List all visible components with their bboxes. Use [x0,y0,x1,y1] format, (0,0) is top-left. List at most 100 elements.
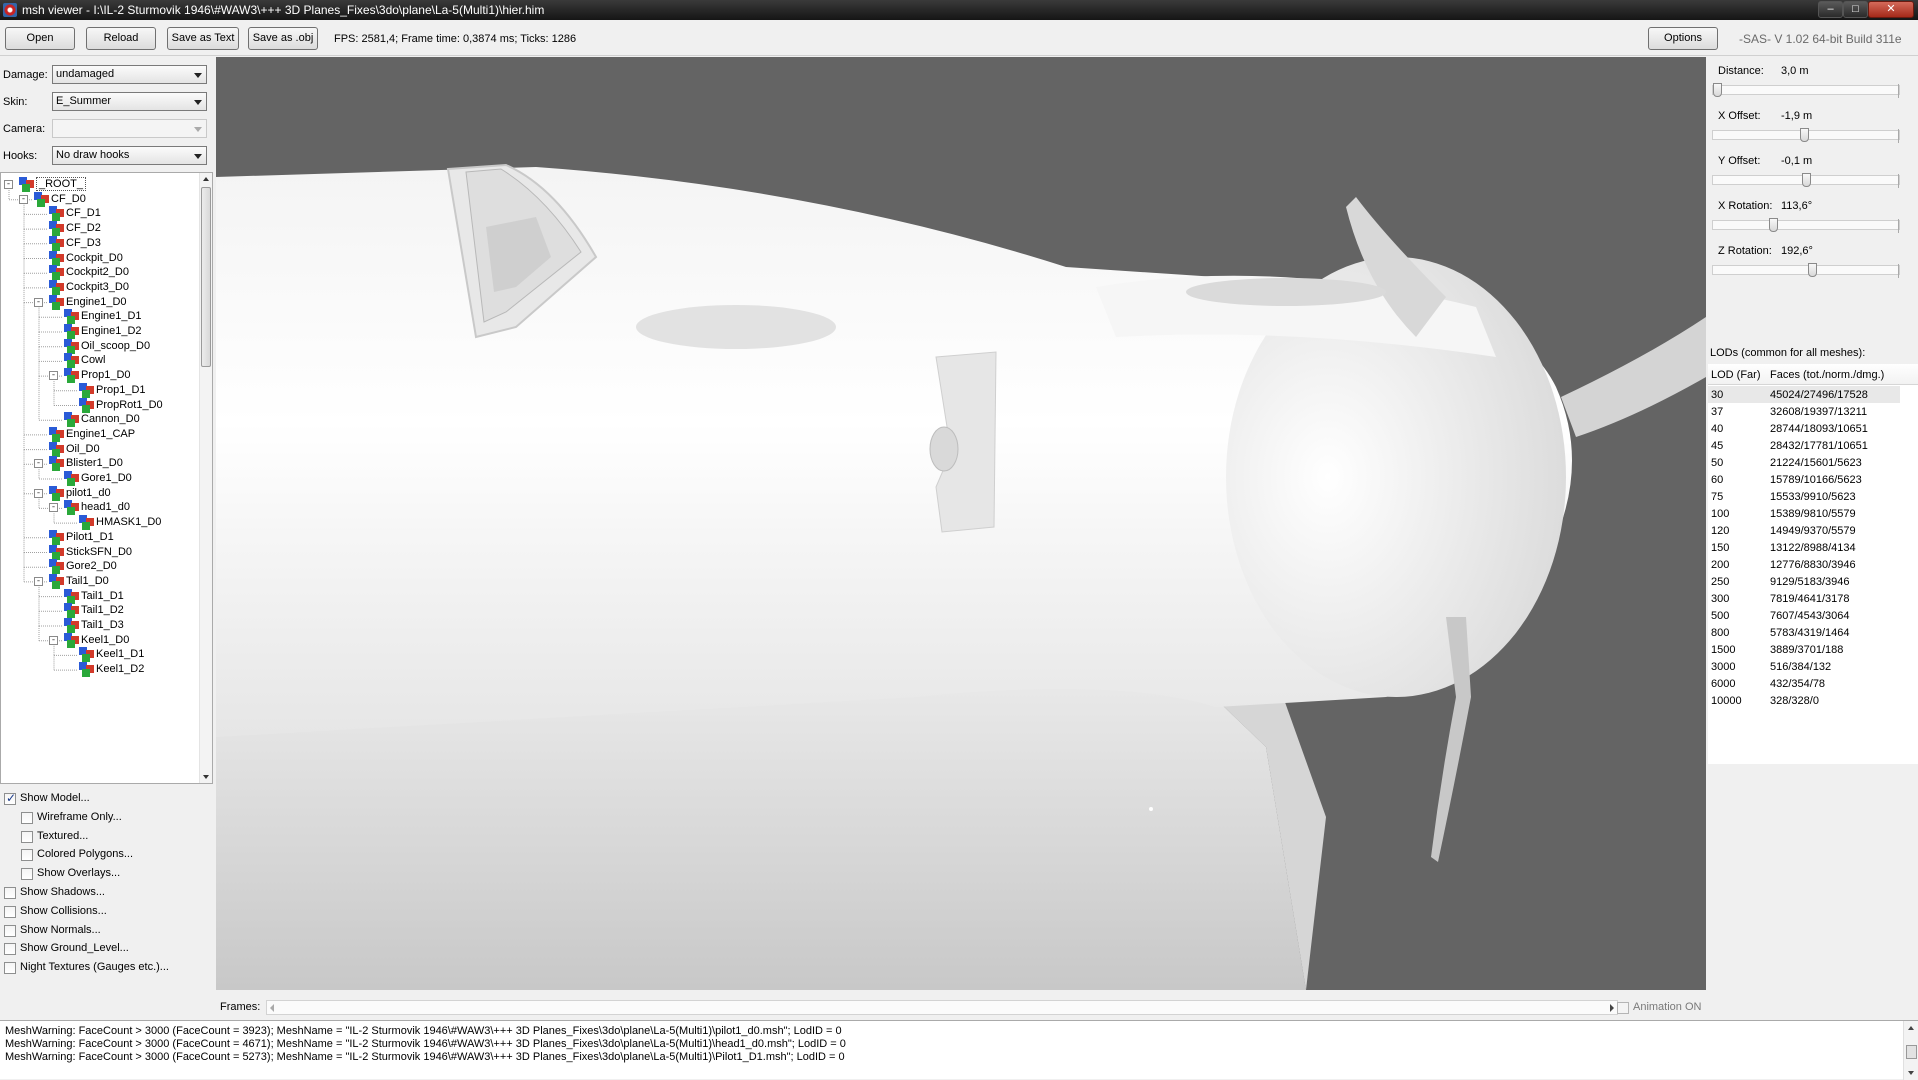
col-lod-header[interactable]: LOD (Far) [1711,369,1761,381]
mesh-icon-part [52,580,60,589]
lod-row[interactable]: 200 12776/8830/3946 [1708,556,1900,573]
expander-icon[interactable]: - [49,371,58,381]
lod-row[interactable]: 75 15533/9910/5623 [1708,488,1900,505]
open-button[interactable]: Open [5,27,75,50]
lod-row[interactable]: 50 21224/15601/5623 [1708,454,1900,471]
options-button[interactable]: Options [1648,27,1718,50]
mesh-icon-part [67,639,75,648]
lod-value: 500 [1711,610,1730,622]
save-as-obj-button[interactable]: Save as .obj [248,27,318,50]
lod-row[interactable]: 300 7819/4641/3178 [1708,590,1900,607]
tree-node-label: Gore2_D0 [66,560,117,573]
log-line: MeshWarning: FaceCount > 3000 (FaceCount… [5,1051,845,1063]
checkbox-box[interactable] [4,887,16,899]
scroll-down-icon[interactable] [1908,1071,1914,1075]
col-faces-header[interactable]: Faces (tot./norm./dmg.) [1770,369,1884,381]
checkbox-box[interactable] [4,924,16,937]
checkbox-box[interactable] [4,943,16,956]
checkbox-box[interactable] [21,849,33,862]
lod-value: 37 [1711,406,1724,418]
tree-scroll-thumb[interactable] [201,187,211,367]
lod-value: 45 [1711,440,1724,452]
app-icon [3,3,17,17]
lod-row[interactable]: 40 28744/18093/10651 [1708,420,1900,437]
3d-viewport[interactable] [216,57,1706,990]
expander-icon[interactable]: - [34,488,43,498]
lod-row[interactable]: 30 45024/27496/17528 [1708,386,1900,403]
slider-thumb[interactable] [1807,263,1817,277]
expander-icon[interactable]: - [34,576,43,586]
mesh-tree[interactable]: - _ROOT_ - CF_D0 CF_D1 CF_D2 CF_D3 Cockpit_D0 Co… [0,172,213,784]
checkbox-box[interactable] [21,830,33,843]
chevron-down-icon [194,127,202,132]
log-scroll-thumb[interactable] [1906,1045,1917,1059]
lod-row[interactable]: 10000 328/328/0 [1708,692,1900,709]
mesh-icon [49,221,64,237]
slider-thumb[interactable] [1768,218,1778,232]
scroll-up-icon[interactable] [1908,1026,1914,1030]
scroll-up-icon[interactable] [203,177,209,181]
param-slider[interactable] [1712,263,1900,278]
param-slider[interactable] [1712,128,1900,143]
checkbox-box[interactable] [21,868,33,881]
hooks-select[interactable]: No draw hooks [52,146,207,165]
faces-value: 3889/3701/188 [1770,644,1844,656]
lod-row[interactable]: 1500 3889/3701/188 [1708,641,1900,658]
lod-row[interactable]: 6000 432/354/78 [1708,675,1900,692]
mesh-icon [49,294,64,310]
slider-tick [1898,264,1899,278]
lod-row[interactable]: 100 15389/9810/5579 [1708,505,1900,522]
lod-value: 1500 [1711,644,1736,656]
expander-icon[interactable]: - [34,297,43,307]
lod-row[interactable]: 3000 516/384/132 [1708,658,1900,675]
save-as-text-button[interactable]: Save as Text [167,27,239,50]
lod-row[interactable]: 120 14949/9370/5579 [1708,522,1900,539]
tree-node-label: Tail1_D2 [81,604,124,617]
param-slider[interactable] [1712,218,1900,233]
lod-table[interactable]: LOD (Far) Faces (tot./norm./dmg.) 30 4502… [1708,364,1918,764]
slider-thumb[interactable] [1800,128,1810,142]
expander-icon[interactable]: - [49,635,58,645]
lod-row[interactable]: 800 5783/4319/1464 [1708,624,1900,641]
checkbox-box[interactable] [4,962,16,975]
faces-value: 15789/10166/5623 [1770,474,1862,486]
animation-checkbox[interactable] [1617,1002,1629,1014]
scroll-down-icon[interactable] [203,775,209,779]
lod-value: 6000 [1711,678,1736,690]
param-value: 3,0 m [1781,65,1809,77]
slider-thumb[interactable] [1712,83,1722,97]
lod-row[interactable]: 37 32608/19397/13211 [1708,403,1900,420]
mesh-icon-part [37,198,45,207]
slider-left-arrow-icon[interactable] [270,1004,274,1012]
slider-thumb[interactable] [1802,173,1811,187]
frames-slider[interactable] [266,1000,1618,1015]
checkbox-box[interactable] [4,791,16,805]
lod-row[interactable]: 150 13122/8988/4134 [1708,539,1900,556]
slider-right-arrow-icon[interactable] [1610,1004,1614,1012]
lod-row[interactable]: 500 7607/4543/3064 [1708,607,1900,624]
close-button[interactable]: ✕ [1868,1,1914,18]
param-slider[interactable] [1712,173,1900,188]
lod-row[interactable]: 45 28432/17781/10651 [1708,437,1900,454]
param-slider[interactable] [1712,83,1900,98]
skin-select[interactable]: E_Summer [52,92,207,111]
log-scrollbar[interactable] [1903,1021,1918,1080]
mesh-icon [79,397,94,413]
expander-icon[interactable]: - [19,194,28,204]
checkbox-box[interactable] [4,905,16,918]
checkbox-label: Show Model... [20,792,90,804]
maximize-button[interactable]: □ [1843,1,1868,18]
expander-icon[interactable]: - [34,459,43,469]
camera-select[interactable] [52,119,207,138]
lod-row[interactable]: 250 9129/5183/3946 [1708,573,1900,590]
tree-scrollbar[interactable] [199,173,212,783]
damage-select[interactable]: undamaged [52,65,207,84]
checkbox-box[interactable] [21,811,33,824]
expander-icon[interactable]: - [49,503,58,513]
scoop-hub-shape [929,426,959,472]
slider-tick [1898,219,1899,233]
reload-button[interactable]: Reload [86,27,156,50]
expander-icon[interactable]: - [4,180,13,189]
lod-row[interactable]: 60 15789/10166/5623 [1708,471,1900,488]
minimize-button[interactable]: – [1818,1,1843,18]
